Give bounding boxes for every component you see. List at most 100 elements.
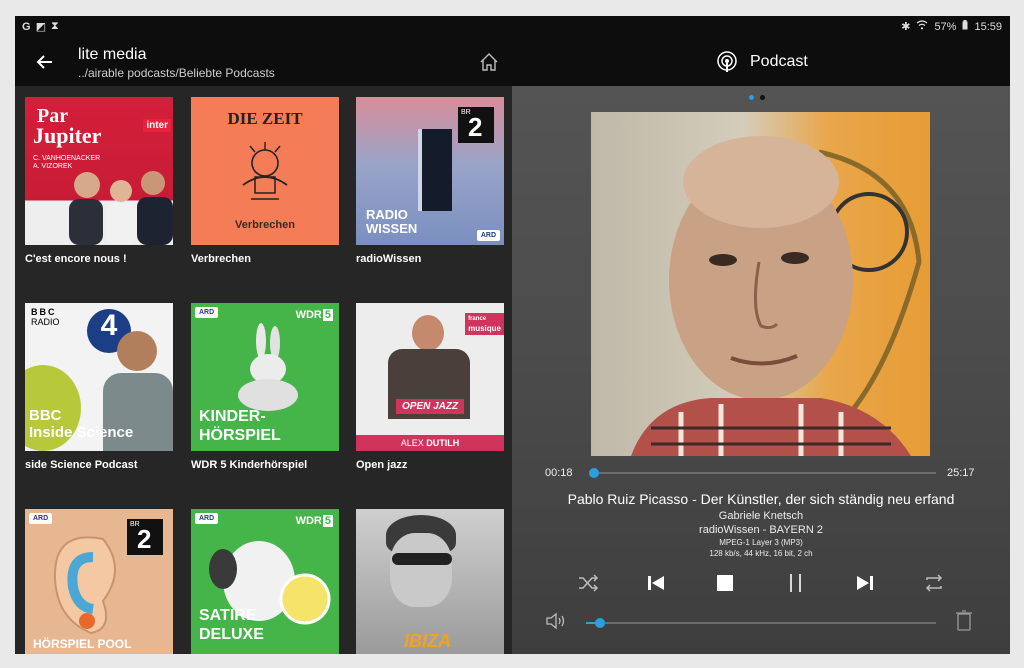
home-icon <box>480 53 498 71</box>
cover-title-text: KINDER- <box>199 408 266 425</box>
br2-logo: BR 2 <box>458 107 494 143</box>
podcast-title: radioWissen <box>356 253 422 265</box>
duration-time: 25:17 <box>947 467 975 479</box>
podcast-title: Verbrechen <box>191 253 251 265</box>
shuffle-icon <box>579 574 599 592</box>
volume-handle[interactable] <box>595 618 605 628</box>
podcast-grid: Par Jupiter C. VANHOENACKER A. VIZOREK i… <box>15 86 512 654</box>
breadcrumb-path: ../airable podcasts/Beliebte Podcasts <box>78 66 275 80</box>
gallery-status-icon: ◩ <box>35 21 46 33</box>
home-button[interactable] <box>478 51 500 73</box>
cover-author-text: ALEX <box>400 438 424 448</box>
podcast-tile[interactable]: ARD WDR 5 SATIRE DELUXE <box>191 509 339 654</box>
logo-number: 2 <box>137 524 152 554</box>
elapsed-time: 00:18 <box>545 467 573 479</box>
wdr5-logo: WDR 5 <box>296 515 333 527</box>
podcast-tile[interactable]: IBIZA <box>356 509 504 654</box>
cover-title-text: Inside Science <box>29 424 134 441</box>
cover-title-text: BBC <box>29 407 62 424</box>
cover-door-shape <box>418 129 452 211</box>
bluetooth-icon: ✱ <box>901 21 911 33</box>
wdr5-logo: WDR 5 <box>296 309 333 321</box>
ard-logo: ARD <box>195 307 219 318</box>
back-button[interactable] <box>33 50 57 74</box>
cover-title-text: DELUXE <box>199 626 264 643</box>
page-indicator <box>749 95 765 100</box>
logo-number: 4 <box>100 309 118 342</box>
skip-next-icon <box>857 576 873 590</box>
clock: 15:59 <box>974 20 1002 33</box>
page-dot-active[interactable] <box>749 95 754 100</box>
podcast-tile[interactable]: RADIO WISSEN BR 2 ARD radioWissen <box>356 97 504 265</box>
player-panel: 00:18 25:17 Pablo Ruiz Picasso - Der Kün… <box>512 86 1010 654</box>
wdr-logo-text: WDR <box>295 309 322 321</box>
repeat-icon <box>925 574 943 592</box>
podcast-tile[interactable]: BBC RADIO 4 BBC Inside Science side Scie… <box>25 303 173 471</box>
repeat-button[interactable] <box>921 570 947 596</box>
cover-title-text: HÖRSPIEL POOL <box>33 637 132 651</box>
cover-sunglasses <box>392 553 452 565</box>
battery-icon <box>962 20 968 33</box>
cover-rabbit-illustration <box>238 323 298 411</box>
cover-title-text: SATIRE <box>199 607 257 624</box>
volume-slider[interactable] <box>586 618 936 628</box>
volume-icon[interactable] <box>545 611 567 631</box>
podcast-cover: BBC RADIO 4 BBC Inside Science <box>25 303 173 451</box>
podcast-cover: RADIO WISSEN BR 2 ARD <box>356 97 504 245</box>
page-dot[interactable] <box>760 95 765 100</box>
arrow-left-icon <box>36 55 52 69</box>
podcast-cover: ARD WDR 5 KINDER- HÖRSPIEL <box>191 303 339 451</box>
podcast-cover: france musique OPEN JAZZ ALEX DUTILH <box>356 303 504 451</box>
pause-button[interactable] <box>783 570 809 596</box>
battery-percent: 57% <box>934 20 957 33</box>
episode-cover <box>591 112 930 456</box>
cover-people-illustration <box>69 171 173 245</box>
podcast-tile[interactable]: ARD WDR 5 KINDER- HÖRSPIEL WDR 5 Kinderhö… <box>191 303 339 471</box>
portrait-illustration <box>631 136 922 456</box>
cover-title-text: Verbrechen <box>235 219 295 231</box>
trash-icon[interactable] <box>955 609 973 631</box>
codec-info: MPEG-1 Layer 3 (MP3) <box>719 538 803 547</box>
cover-footer: ALEX DUTILH <box>356 435 504 451</box>
podcast-cover: IBIZA <box>356 509 504 654</box>
logo-number: 5 <box>322 309 333 321</box>
cover-logo-text: inter <box>143 119 171 132</box>
podcast-tile[interactable]: Par Jupiter C. VANHOENACKER A. VIZOREK i… <box>25 97 173 265</box>
cover-person-shape <box>117 331 157 371</box>
wdr-logo-text: WDR <box>295 515 322 527</box>
stop-icon <box>717 575 733 591</box>
podcast-title: C'est encore nous ! <box>25 253 127 265</box>
podcast-cover: ARD BR 2 HÖRSPIEL POOL <box>25 509 173 654</box>
skip-previous-icon <box>648 576 664 590</box>
device-screen: G ◩ ⧗ ✱ 57% 15:59 lite media ../airable … <box>15 16 1010 654</box>
next-button[interactable] <box>852 570 878 596</box>
google-status-icon: G <box>22 20 31 33</box>
cover-author-text: DUTILH <box>426 438 460 448</box>
cover-title-text: RADIO <box>366 207 408 222</box>
cover-title-text: OPEN JAZZ <box>396 399 465 414</box>
podcast-tile[interactable]: DIE ZEIT Verbrechen Verbrechen <box>191 97 339 265</box>
stop-button[interactable] <box>712 570 738 596</box>
podcast-cover: ARD WDR 5 SATIRE DELUXE <box>191 509 339 654</box>
podcast-tile[interactable]: ARD BR 2 HÖRSPIEL POOL <box>25 509 173 654</box>
logo-number: 2 <box>468 112 483 142</box>
shuffle-button[interactable] <box>575 570 601 596</box>
previous-button[interactable] <box>643 570 669 596</box>
podcast-tile[interactable]: france musique OPEN JAZZ ALEX DUTILH Open… <box>356 303 504 471</box>
ard-logo: ARD <box>195 513 219 524</box>
browser-app-bar: lite media ../airable podcasts/Beliebte … <box>15 38 512 86</box>
seek-bar[interactable] <box>589 468 936 478</box>
cover-title-text: WISSEN <box>366 221 418 236</box>
cover-person-shape <box>412 315 444 351</box>
track-author: Gabriele Knetsch <box>718 510 804 522</box>
cover-ear-illustration <box>53 536 116 635</box>
cover-title-text: Jupiter <box>33 123 102 148</box>
logo-text: france <box>468 316 487 322</box>
cover-title-text: HÖRSPIEL <box>199 427 281 444</box>
france-musique-logo: france musique <box>465 313 504 335</box>
cover-title-text: IBIZA <box>404 631 451 651</box>
track-title: Pablo Ruiz Picasso - Der Künstler, der s… <box>567 491 955 507</box>
bbc-logo: BBC <box>31 307 57 317</box>
seek-handle[interactable] <box>589 468 600 478</box>
usb-status-icon: ⧗ <box>50 20 59 32</box>
